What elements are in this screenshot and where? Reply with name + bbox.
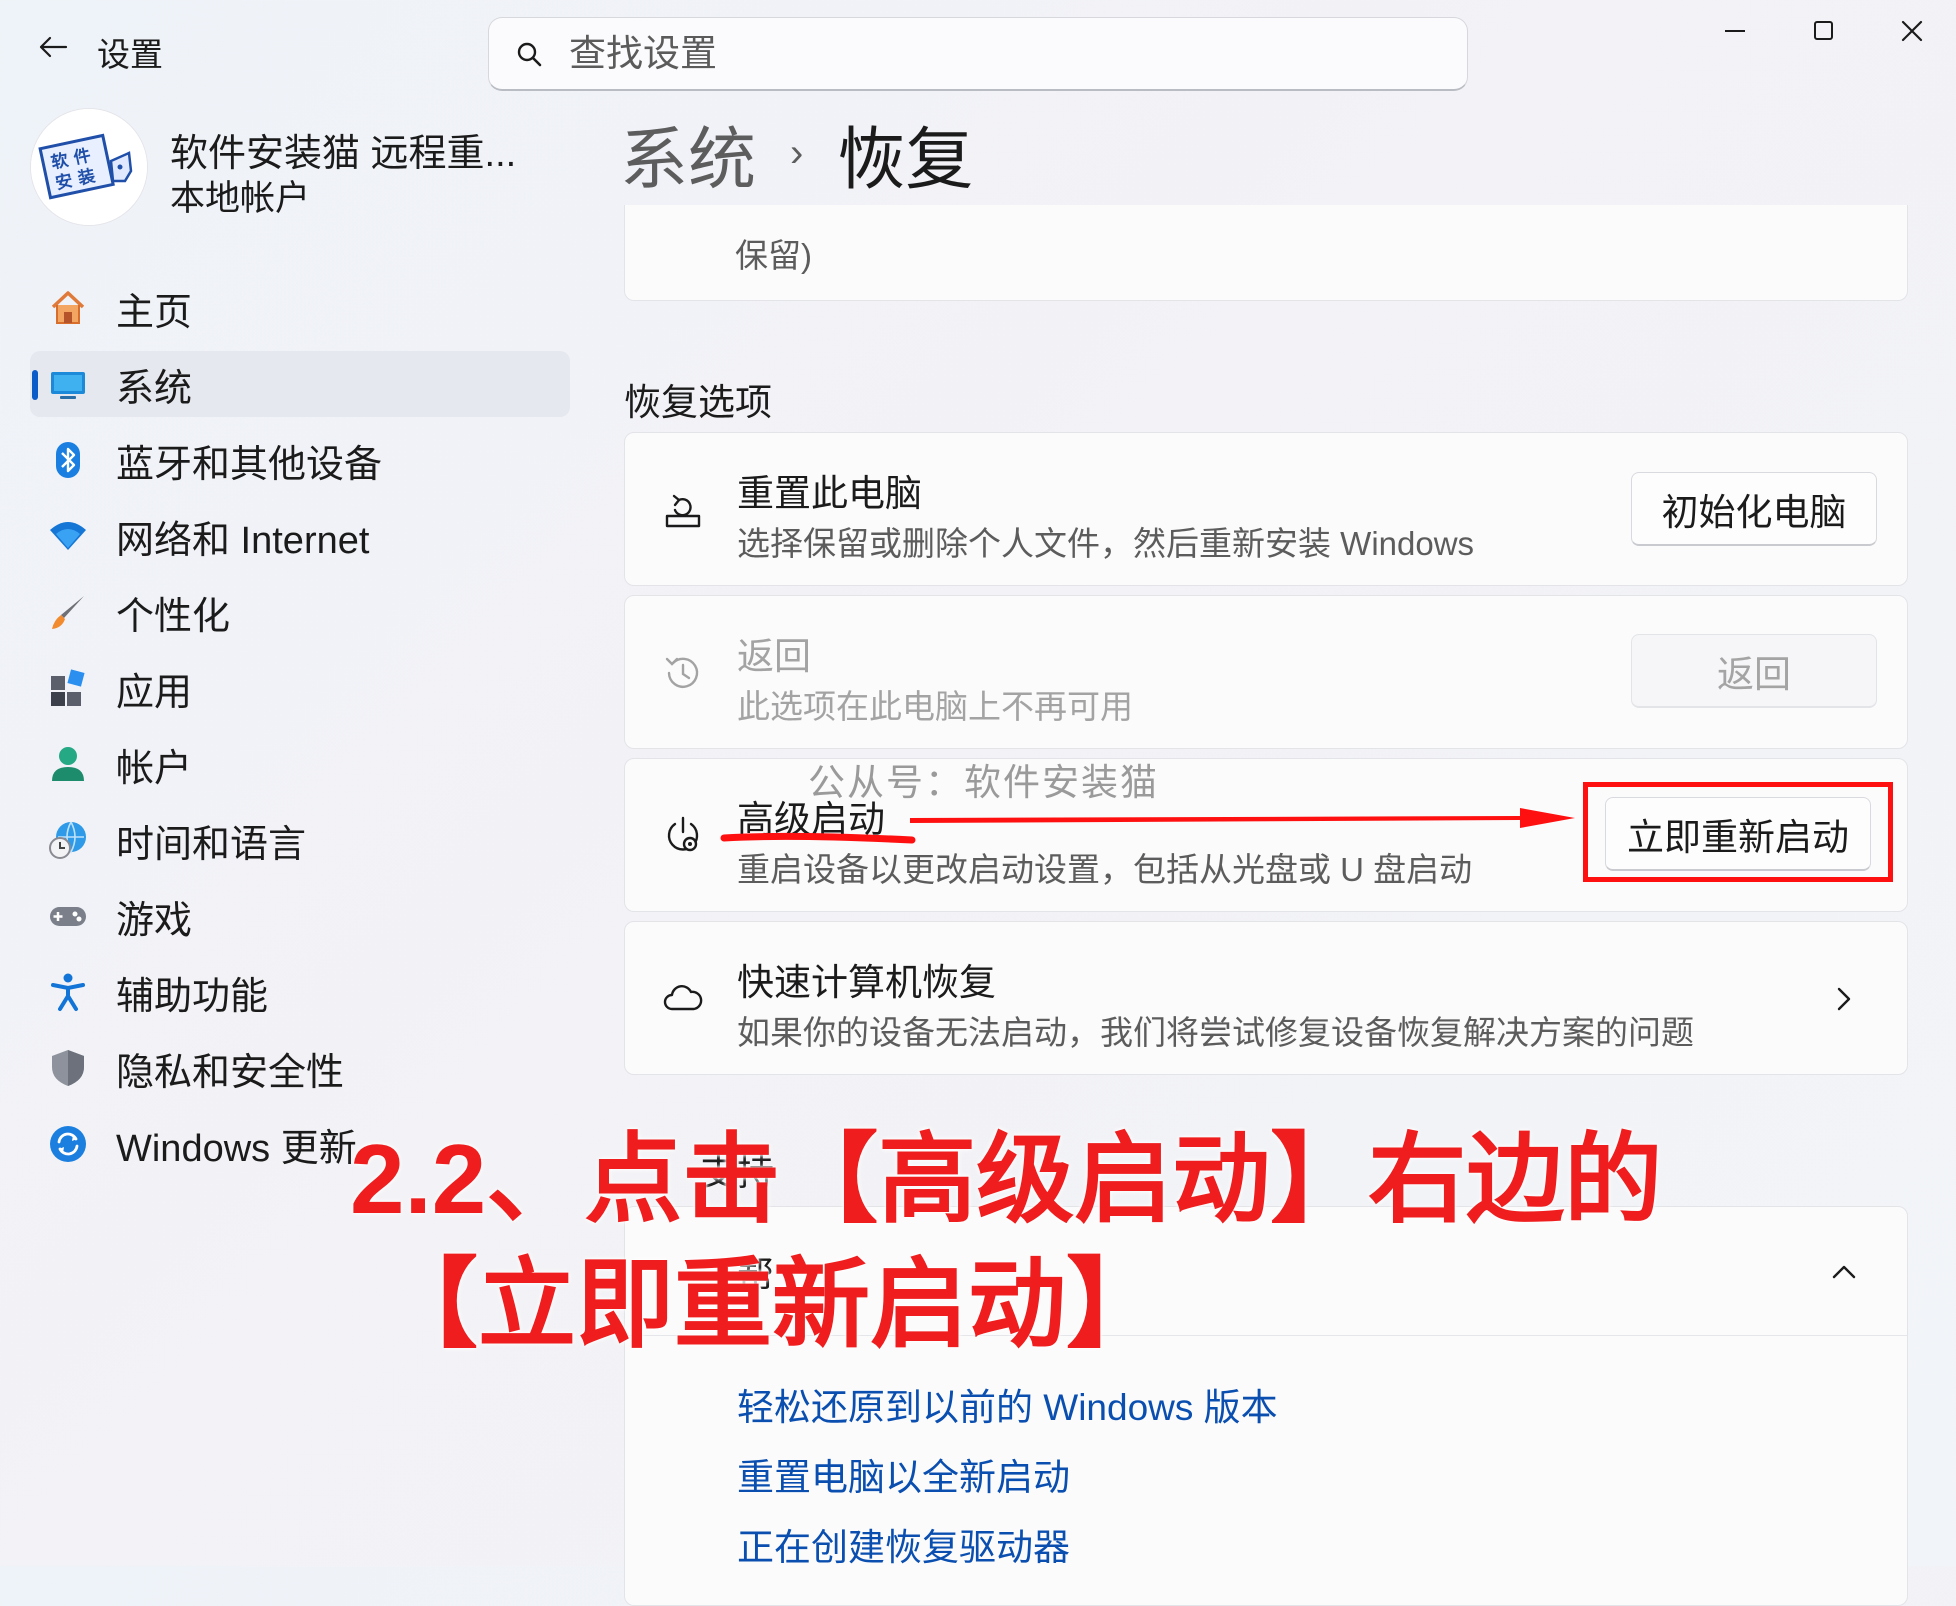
profile-account-type: 本地帐户 <box>170 179 311 218</box>
history-icon <box>655 645 711 701</box>
reset-pc-row: 重置此电脑 选择保留或删除个人文件，然后重新安装 Windows 初始化电脑 <box>624 432 1908 586</box>
sidebar-item-label: 蓝牙和其他设备 <box>116 443 383 486</box>
back-button[interactable] <box>28 22 78 72</box>
callout-line-1: 2.2、点击【高级启动】右边的 <box>350 1124 1663 1234</box>
breadcrumb-separator: › <box>790 130 804 175</box>
sidebar-item-time-language[interactable]: 时间和语言 <box>30 807 570 873</box>
system-icon <box>48 364 88 404</box>
minimize-button[interactable] <box>1692 0 1780 62</box>
reset-pc-icon <box>655 482 711 538</box>
related-link-recovery-drive[interactable]: 正在创建恢复驱动器 <box>737 1517 1070 1571</box>
go-back-title: 返回 <box>737 636 811 677</box>
arrow-left-icon <box>39 36 68 58</box>
sidebar-item-personalization[interactable]: 个性化 <box>30 579 570 645</box>
sidebar-item-label: 网络和 Internet <box>116 519 370 562</box>
search-box[interactable] <box>488 17 1468 91</box>
sidebar-item-privacy[interactable]: 隐私和安全性 <box>30 1035 570 1101</box>
app-title: 设置 <box>97 36 163 73</box>
breadcrumb: 系统 › 恢复 <box>620 108 973 198</box>
previous-card-text: 保留) <box>735 237 812 274</box>
callout-line-2: 【立即重新启动】 <box>380 1249 1165 1359</box>
annotation-overlay <box>720 808 1575 844</box>
avatar: 软 件 安 装 <box>30 108 148 226</box>
previous-card: 保留) <box>624 205 1908 301</box>
go-back-button: 返回 <box>1631 634 1877 708</box>
reset-pc-button[interactable]: 初始化电脑 <box>1631 472 1877 546</box>
quick-recovery-row[interactable]: 快速计算机恢复 如果你的设备无法启动，我们将尝试修复设备恢复解决方案的问题 <box>624 921 1908 1075</box>
title-bar: 设置 <box>0 0 1956 100</box>
quick-recovery-title: 快速计算机恢复 <box>737 962 996 1003</box>
chevron-up-icon[interactable] <box>1829 1257 1859 1287</box>
breadcrumb-parent[interactable]: 系统 <box>620 104 756 203</box>
account-icon <box>48 744 88 784</box>
gamepad-icon <box>48 896 88 936</box>
maximize-icon <box>1814 21 1833 40</box>
shield-icon <box>48 1048 88 1088</box>
brush-icon <box>48 592 88 632</box>
sidebar-item-label: 隐私和安全性 <box>116 1051 345 1094</box>
reset-pc-description: 选择保留或删除个人文件，然后重新安装 Windows <box>737 525 1475 562</box>
maximize-button[interactable] <box>1780 0 1868 62</box>
close-icon <box>1901 20 1923 42</box>
go-back-description: 此选项在此电脑上不再可用 <box>737 688 1133 725</box>
page-title: 恢复 <box>837 121 974 198</box>
accessibility-icon <box>48 972 88 1012</box>
sidebar-item-label: 个性化 <box>116 595 231 638</box>
reset-pc-title: 重置此电脑 <box>737 473 922 514</box>
search-input[interactable] <box>567 31 1431 76</box>
sidebar-item-gaming[interactable]: 游戏 <box>30 883 570 949</box>
sidebar-item-accessibility[interactable]: 辅助功能 <box>30 959 570 1025</box>
search-icon <box>515 40 543 68</box>
sidebar-item-label: 系统 <box>116 367 193 410</box>
avatar-image: 软 件 安 装 <box>31 109 147 225</box>
sidebar-item-label: 游戏 <box>116 899 193 942</box>
wifi-icon <box>48 516 88 556</box>
profile-name: 软件安装猫 远程重... <box>170 133 517 175</box>
sidebar-item-network[interactable]: 网络和 Internet <box>30 503 570 569</box>
underline-mark <box>720 832 916 844</box>
related-link-rollback[interactable]: 轻松还原到以前的 Windows 版本 <box>737 1377 1278 1431</box>
advanced-startup-icon <box>655 808 711 864</box>
bluetooth-icon <box>48 440 88 480</box>
sidebar-item-system[interactable]: 系统 <box>30 351 570 417</box>
minimize-icon <box>1725 30 1745 32</box>
sidebar-item-label: 时间和语言 <box>116 823 307 866</box>
sidebar-item-apps[interactable]: 应用 <box>30 655 570 721</box>
sidebar-item-label: 主页 <box>116 291 193 334</box>
globe-clock-icon <box>48 820 88 860</box>
sidebar-item-label: 应用 <box>116 671 193 714</box>
apps-icon <box>48 668 88 708</box>
go-back-row: 返回 此选项在此电脑上不再可用 返回 <box>624 595 1908 749</box>
active-indicator <box>32 370 38 400</box>
sidebar-item-home[interactable]: 主页 <box>30 275 570 341</box>
sidebar-item-label: 辅助功能 <box>116 975 269 1018</box>
highlight-box <box>1583 782 1893 882</box>
sidebar-item-label: 帐户 <box>116 747 193 790</box>
related-link-reset-fresh[interactable]: 重置电脑以全新启动 <box>737 1447 1070 1501</box>
update-icon <box>48 1124 88 1164</box>
quick-recovery-description: 如果你的设备无法启动，我们将尝试修复设备恢复解决方案的问题 <box>737 1014 1694 1051</box>
home-icon <box>48 288 88 328</box>
close-button[interactable] <box>1868 0 1956 62</box>
sidebar-nav: 主页 系统 蓝牙和其他设备 网络和 Internet 个性化 应用 帐户 时间和… <box>30 275 570 1187</box>
chevron-right-icon <box>1829 984 1859 1014</box>
red-arrow <box>910 808 1575 828</box>
sidebar-item-label: Windows 更新 <box>116 1127 357 1170</box>
sidebar-item-bluetooth[interactable]: 蓝牙和其他设备 <box>30 427 570 493</box>
sidebar-item-accounts[interactable]: 帐户 <box>30 731 570 797</box>
user-profile[interactable]: 软 件 安 装 软件安装猫 远程重... 本地帐户 <box>30 108 570 228</box>
cloud-icon <box>655 971 711 1027</box>
section-title-recovery-options: 恢复选项 <box>624 382 772 423</box>
